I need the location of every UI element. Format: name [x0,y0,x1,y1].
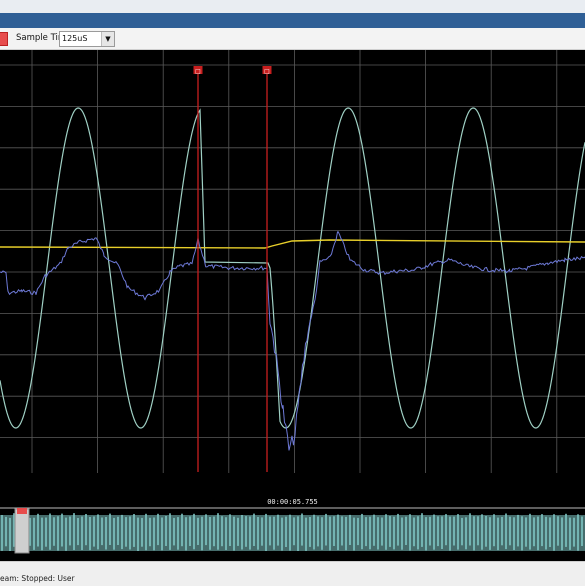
timeline-window-handle[interactable] [14,508,30,554]
sample-time-value: 125uS [62,34,88,43]
sample-time-select[interactable]: 125uS ▼ [59,31,115,47]
timeline-handle-body[interactable] [14,508,30,554]
scope-plot[interactable]: □ □ [0,50,585,490]
chevron-down-icon[interactable]: ▼ [101,32,114,46]
record-button[interactable] [0,32,8,46]
timeline-waveform [0,513,585,551]
cursor-1-label: □ [195,68,201,75]
cursor-2-label: □ [264,68,270,75]
status-bar: eam: Stopped: User [0,561,585,586]
window-title-bar [0,0,585,28]
status-text: eam: Stopped: User [0,574,75,583]
timeline-handle-flag[interactable] [17,508,27,514]
title-bar-strip [0,13,585,28]
timeline-overview[interactable] [0,505,585,555]
toolbar: Sample Time: 125uS ▼ [0,28,585,50]
